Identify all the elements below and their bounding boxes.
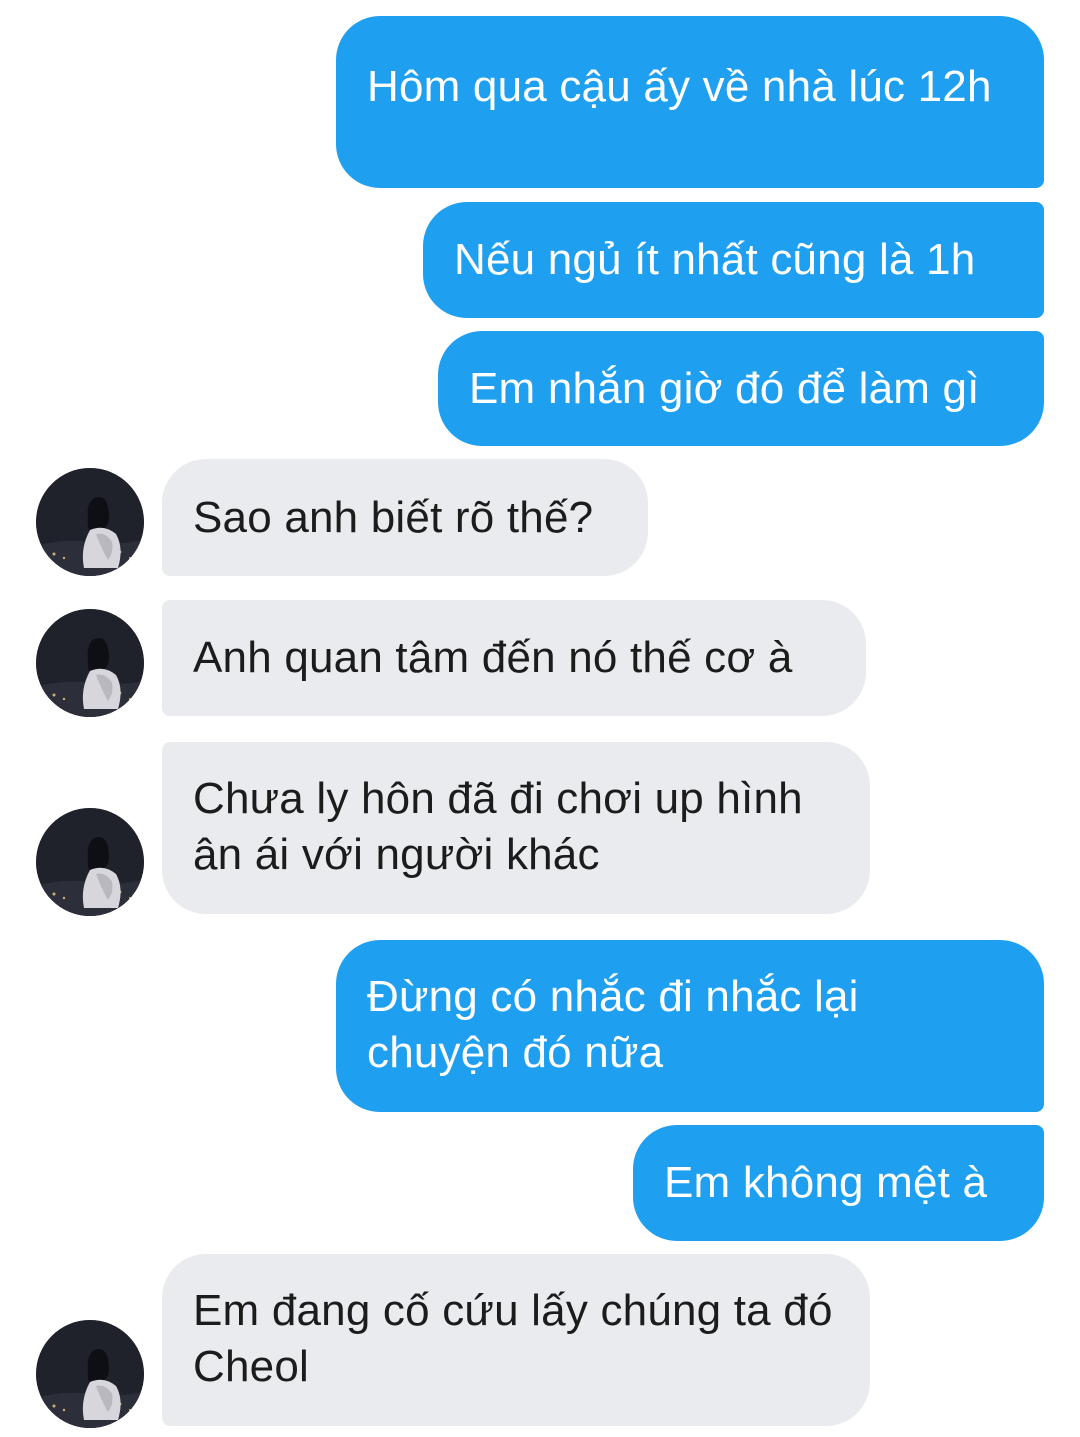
message-text: Em nhắn giờ đó để làm gì xyxy=(469,364,980,413)
outgoing-message-bubble[interactable]: Hôm qua cậu ấy về nhà lúc 12h xyxy=(336,16,1044,188)
incoming-message-bubble[interactable]: Sao anh biết rõ thế? xyxy=(162,459,648,576)
message-text: Chưa ly hôn đã đi chơi up hình ân ái với… xyxy=(193,774,803,879)
outgoing-message-bubble[interactable]: Em không mệt à xyxy=(633,1125,1044,1241)
message-text: Đừng có nhắc đi nhắc lại chuyện đó nữa xyxy=(367,972,859,1077)
message-text: Em đang cố cứu lấy chúng ta đó Cheol xyxy=(193,1286,833,1391)
contact-avatar[interactable] xyxy=(36,1320,144,1428)
contact-avatar[interactable] xyxy=(36,609,144,717)
outgoing-message-bubble[interactable]: Nếu ngủ ít nhất cũng là 1h xyxy=(423,202,1044,318)
contact-avatar[interactable] xyxy=(36,468,144,576)
outgoing-message-bubble[interactable]: Em nhắn giờ đó để làm gì xyxy=(438,331,1044,446)
message-text: Sao anh biết rõ thế? xyxy=(193,493,594,542)
message-thread: Hôm qua cậu ấy về nhà lúc 12h Nếu ngủ ít… xyxy=(0,0,1080,1437)
message-text: Hôm qua cậu ấy về nhà lúc 12h xyxy=(367,62,992,111)
incoming-message-bubble[interactable]: Anh quan tâm đến nó thế cơ à xyxy=(162,600,866,716)
message-text: Anh quan tâm đến nó thế cơ à xyxy=(193,633,793,682)
message-text: Nếu ngủ ít nhất cũng là 1h xyxy=(454,235,976,284)
incoming-message-bubble[interactable]: Em đang cố cứu lấy chúng ta đó Cheol xyxy=(162,1254,870,1426)
incoming-message-bubble[interactable]: Chưa ly hôn đã đi chơi up hình ân ái với… xyxy=(162,742,870,914)
contact-avatar[interactable] xyxy=(36,808,144,916)
outgoing-message-bubble[interactable]: Đừng có nhắc đi nhắc lại chuyện đó nữa xyxy=(336,940,1044,1112)
message-text: Em không mệt à xyxy=(664,1158,988,1207)
